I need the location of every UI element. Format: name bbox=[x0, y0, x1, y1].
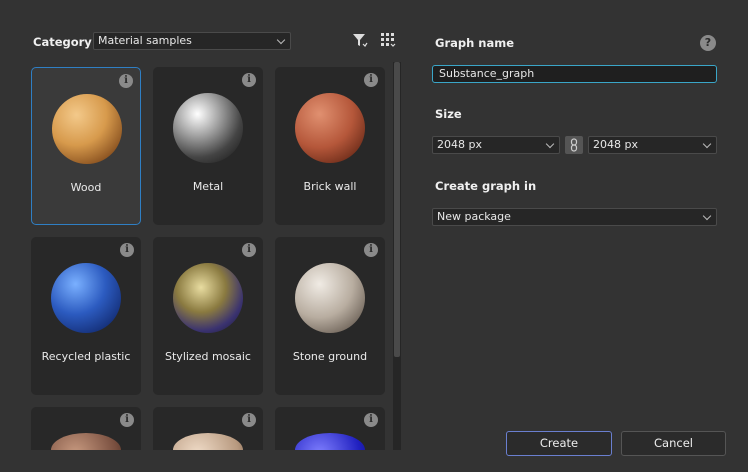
material-preview bbox=[51, 263, 121, 333]
filter-icon[interactable] bbox=[352, 32, 370, 50]
scrollbar-track[interactable] bbox=[393, 62, 401, 450]
material-preview bbox=[295, 263, 365, 333]
material-name: Recycled plastic bbox=[41, 350, 131, 363]
info-icon[interactable]: i bbox=[119, 74, 133, 88]
material-preview bbox=[295, 93, 365, 163]
material-card[interactable]: i Stone ground bbox=[275, 237, 385, 395]
graph-name-input[interactable]: Substance_graph bbox=[432, 65, 717, 83]
category-label: Category bbox=[33, 35, 92, 49]
scrollbar-thumb[interactable] bbox=[394, 62, 400, 357]
chevron-down-icon bbox=[702, 211, 712, 221]
material-grid: i Wood i Metal i Brick wall i Recycled plas… bbox=[0, 62, 392, 450]
material-preview bbox=[295, 433, 365, 450]
chevron-down-icon bbox=[545, 139, 555, 149]
info-icon[interactable]: i bbox=[364, 243, 378, 257]
material-name: Stylized mosaic bbox=[165, 350, 251, 363]
material-card[interactable]: i bbox=[31, 407, 141, 450]
material-name: Metal bbox=[192, 180, 224, 193]
material-card[interactable]: i Wood bbox=[31, 67, 141, 225]
material-preview bbox=[52, 94, 122, 164]
info-icon[interactable]: i bbox=[364, 73, 378, 87]
material-card[interactable]: i bbox=[275, 407, 385, 450]
create-in-select[interactable]: New package bbox=[432, 208, 717, 226]
width-value: 2048 px bbox=[437, 138, 482, 151]
material-card[interactable]: i Metal bbox=[153, 67, 263, 225]
material-preview bbox=[173, 93, 243, 163]
category-value: Material samples bbox=[98, 34, 192, 47]
material-preview bbox=[51, 433, 121, 450]
info-icon[interactable]: i bbox=[242, 413, 256, 427]
cancel-button[interactable]: Cancel bbox=[621, 431, 726, 456]
create-in-label: Create graph in bbox=[435, 179, 537, 193]
material-card[interactable]: i Recycled plastic bbox=[31, 237, 141, 395]
category-select[interactable]: Material samples bbox=[93, 32, 291, 50]
chevron-down-icon bbox=[702, 139, 712, 149]
help-icon[interactable]: ? bbox=[700, 35, 716, 51]
material-preview bbox=[173, 263, 243, 333]
info-icon[interactable]: i bbox=[242, 73, 256, 87]
grid-view-icon[interactable] bbox=[380, 32, 398, 50]
material-preview bbox=[173, 433, 243, 450]
chevron-down-icon bbox=[276, 35, 286, 45]
info-icon[interactable]: i bbox=[120, 413, 134, 427]
material-card[interactable]: i Stylized mosaic bbox=[153, 237, 263, 395]
graph-name-label: Graph name bbox=[435, 36, 515, 50]
material-card[interactable]: i bbox=[153, 407, 263, 450]
height-value: 2048 px bbox=[593, 138, 638, 151]
material-name: Brick wall bbox=[303, 180, 357, 193]
create-in-value: New package bbox=[437, 210, 511, 223]
info-icon[interactable]: i bbox=[120, 243, 134, 257]
size-label: Size bbox=[435, 107, 462, 121]
link-aspect-button[interactable] bbox=[565, 136, 583, 154]
create-button[interactable]: Create bbox=[506, 431, 612, 456]
height-select[interactable]: 2048 px bbox=[588, 136, 717, 154]
material-name: Stone ground bbox=[292, 350, 368, 363]
material-card[interactable]: i Brick wall bbox=[275, 67, 385, 225]
link-icon bbox=[570, 138, 578, 152]
info-icon[interactable]: i bbox=[364, 413, 378, 427]
material-name: Wood bbox=[70, 181, 102, 194]
width-select[interactable]: 2048 px bbox=[432, 136, 560, 154]
info-icon[interactable]: i bbox=[242, 243, 256, 257]
